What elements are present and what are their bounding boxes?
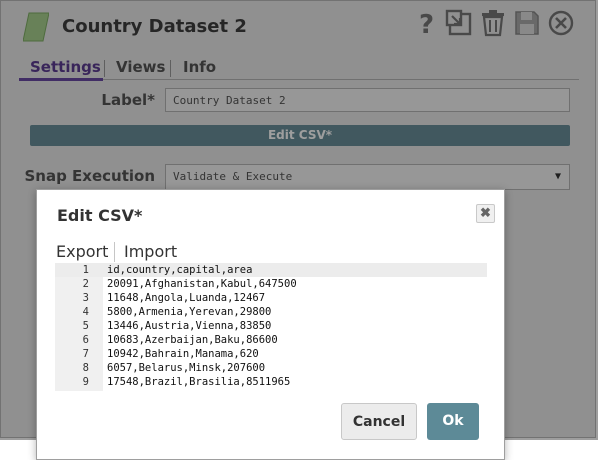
line-number: 4: [82, 306, 89, 318]
csv-editor[interactable]: 1 id,country,capital,area 2 20091,Afghan…: [55, 263, 487, 391]
menu-separator: [114, 242, 115, 262]
line-number: 1: [82, 264, 89, 276]
line-number: 7: [82, 348, 89, 360]
line-text: 6057,Belarus,Minsk,207600: [107, 362, 266, 374]
line-text: 10942,Bahrain,Manama,620: [107, 348, 259, 360]
line-number: 3: [82, 292, 89, 304]
export-link[interactable]: Export: [56, 242, 108, 261]
editor-line[interactable]: 3 11648,Angola,Luanda,12467: [55, 291, 487, 305]
editor-line[interactable]: 5 13446,Austria,Vienna,83850: [55, 319, 487, 333]
line-number: 8: [82, 362, 89, 374]
line-text: 11648,Angola,Luanda,12467: [107, 292, 266, 304]
import-link[interactable]: Import: [124, 242, 177, 261]
close-icon[interactable]: ✖: [476, 204, 495, 223]
line-number: 9: [82, 376, 89, 388]
edit-csv-dialog: Edit CSV* ✖ Export Import 1 id,country,c…: [36, 189, 505, 460]
cancel-button[interactable]: Cancel: [341, 403, 417, 440]
line-number: 6: [82, 334, 89, 346]
editor-line[interactable]: 1 id,country,capital,area: [55, 263, 487, 277]
line-text: 17548,Brazil,Brasilia,8511965: [107, 376, 291, 388]
line-text: 5800,Armenia,Yerevan,29800: [107, 306, 272, 318]
editor-line[interactable]: 9 17548,Brazil,Brasilia,8511965: [55, 375, 487, 389]
editor-line[interactable]: 6 10683,Azerbaijan,Baku,86600: [55, 333, 487, 347]
line-number: 2: [82, 278, 89, 290]
line-text: 13446,Austria,Vienna,83850: [107, 320, 272, 332]
line-text: 10683,Azerbaijan,Baku,86600: [107, 334, 278, 346]
line-text: 20091,Afghanistan,Kabul,647500: [107, 278, 297, 290]
ok-button[interactable]: Ok: [427, 403, 479, 440]
editor-line[interactable]: 7 10942,Bahrain,Manama,620: [55, 347, 487, 361]
dialog-title: Edit CSV*: [57, 206, 143, 225]
editor-line[interactable]: 2 20091,Afghanistan,Kabul,647500: [55, 277, 487, 291]
line-text: id,country,capital,area: [107, 264, 253, 276]
editor-line[interactable]: 8 6057,Belarus,Minsk,207600: [55, 361, 487, 375]
line-number: 5: [82, 320, 89, 332]
editor-line[interactable]: 4 5800,Armenia,Yerevan,29800: [55, 305, 487, 319]
